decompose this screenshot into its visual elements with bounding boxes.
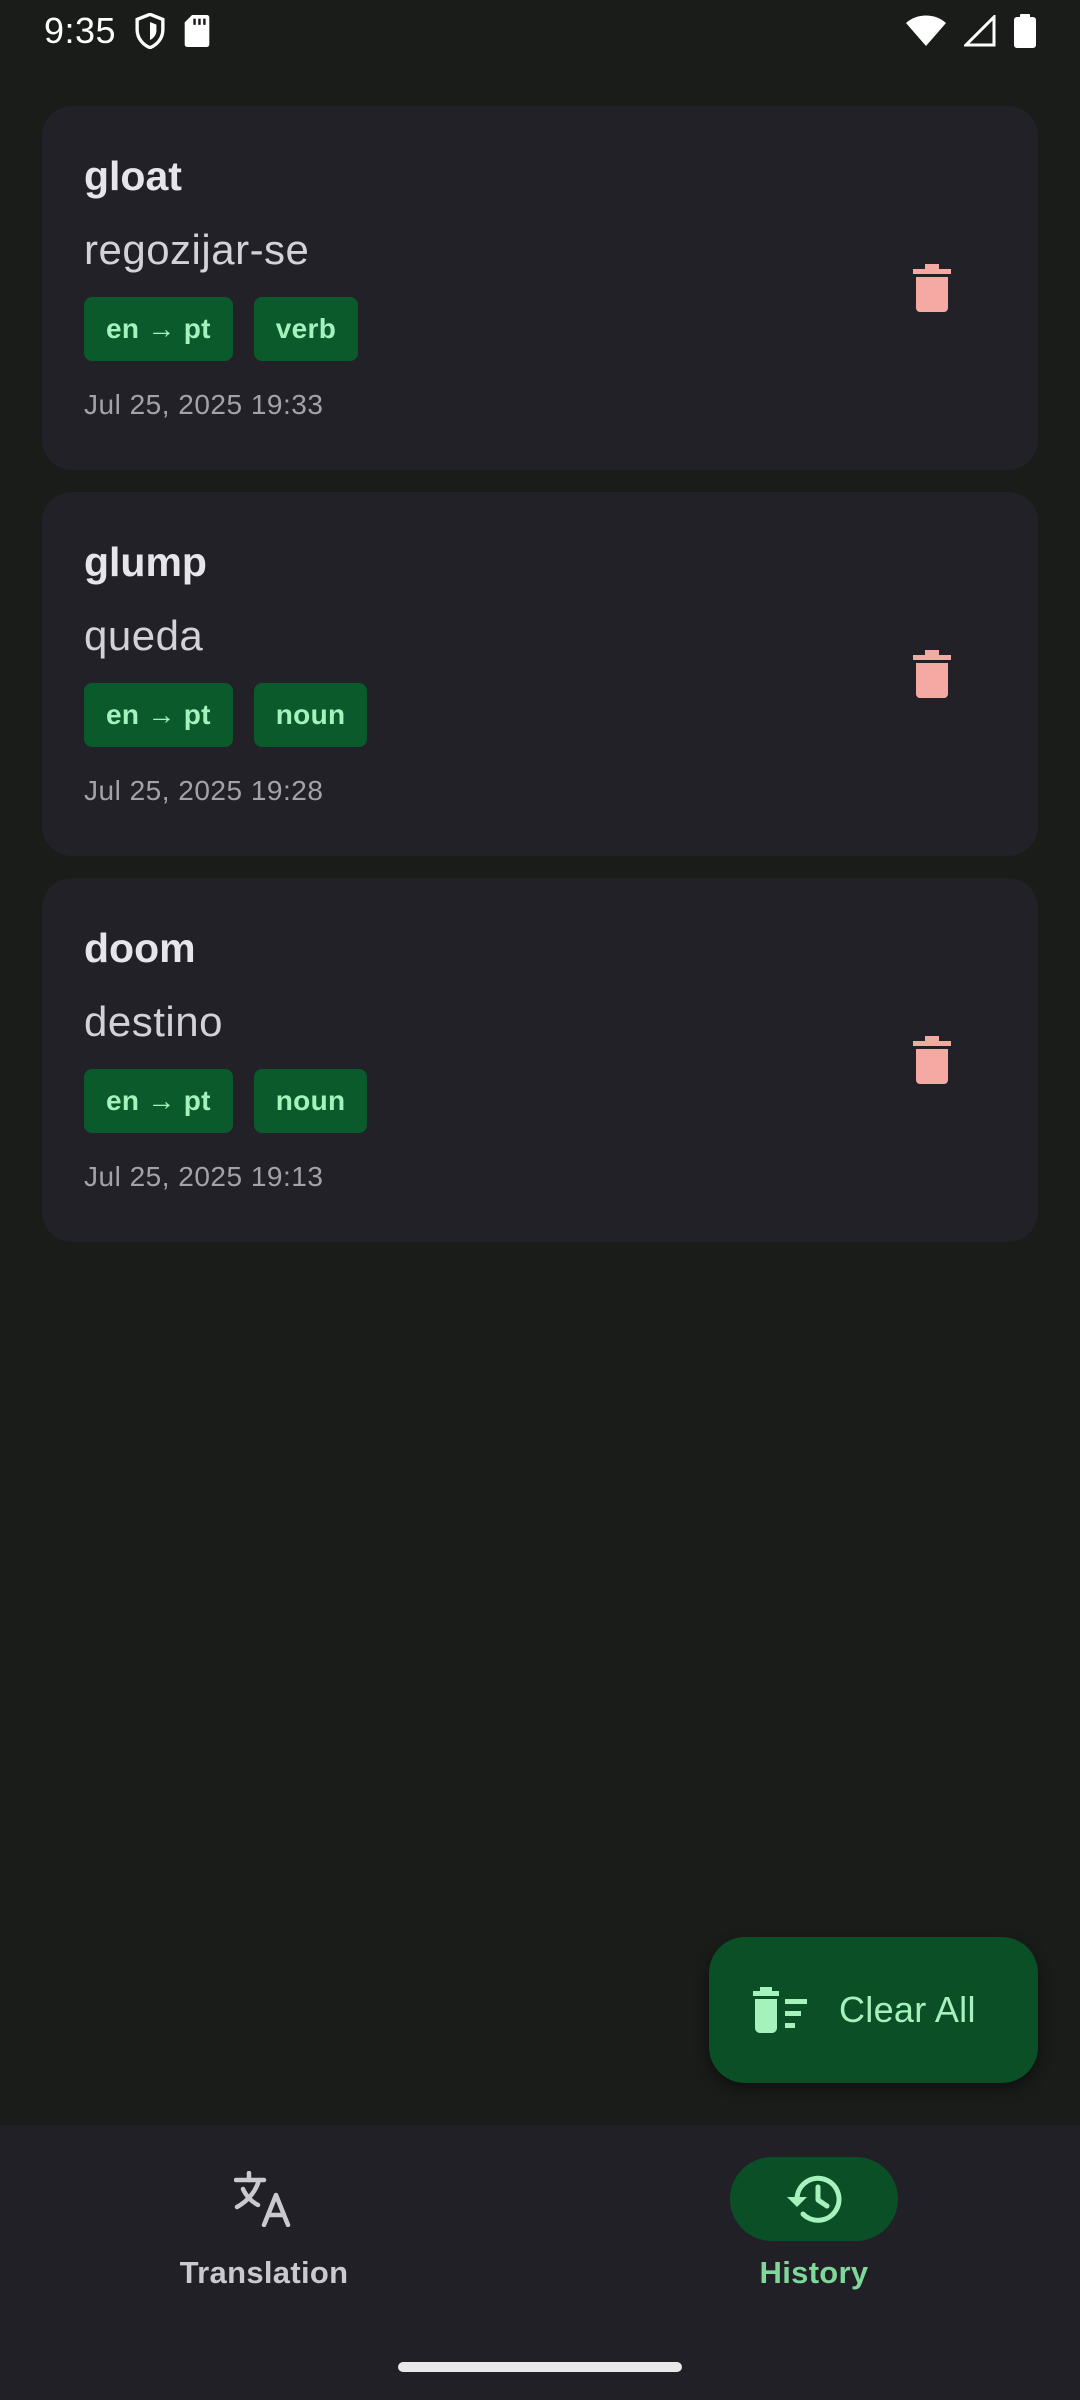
nav-item-translation[interactable]: Translation [164,2157,364,2317]
card-translation: destino [84,998,223,1045]
home-indicator[interactable] [398,2362,682,2372]
card-date: Jul 25, 2025 19:33 [84,389,324,420]
status-time: 9:35 [44,10,117,51]
card-chips: en → pt noun [84,1069,996,1133]
signal-icon [964,15,996,47]
history-card[interactable]: gloat regozijar-se en → pt verb Jul 25, … [42,106,1038,470]
clear-all-label: Clear All [839,1989,976,2030]
card-word: doom [84,925,196,971]
delete-button[interactable] [892,1020,972,1100]
card-word: gloat [84,153,182,199]
status-bar: 9:35 [0,0,1080,62]
part-of-speech-chip: noun [253,1069,368,1133]
trash-icon [913,650,951,698]
trash-icon [913,264,951,312]
card-translation: queda [84,612,204,659]
delete-button[interactable] [892,634,972,714]
history-card[interactable]: glump queda en → pt noun Jul 25, 2025 19… [42,492,1038,856]
translate-icon [234,2171,291,2227]
language-pair-chip: en → pt [84,297,233,361]
language-pair-chip: en → pt [84,1069,233,1133]
delete-sweep-icon [753,1987,807,2033]
part-of-speech-chip: noun [253,683,368,747]
language-pair-chip: en → pt [84,683,233,747]
history-icon [787,2175,842,2223]
wifi-icon [906,15,946,47]
card-word: glump [84,539,207,585]
card-date: Jul 25, 2025 19:13 [84,1161,324,1192]
nav-indicator-active [730,2157,898,2241]
nav-indicator [180,2157,348,2241]
status-bar-right [906,14,1036,48]
nav-label-translation: Translation [179,2255,349,2290]
bottom-navigation: Translation History [0,2125,1080,2400]
sd-card-icon [184,15,210,47]
nav-label-history: History [759,2255,869,2290]
trash-icon [913,1036,951,1084]
history-card[interactable]: doom destino en → pt noun Jul 25, 2025 1… [42,878,1038,1242]
screen: 9:35 gloat regozijar-se en → pt verb Jul… [0,0,1080,2400]
card-translation: regozijar-se [84,226,310,273]
battery-icon [1014,14,1036,48]
part-of-speech-chip: verb [253,297,359,361]
card-chips: en → pt noun [84,683,996,747]
card-chips: en → pt verb [84,297,996,361]
status-bar-left: 9:35 [44,10,210,52]
clear-all-button[interactable]: Clear All [709,1937,1038,2083]
nav-item-history[interactable]: History [714,2157,914,2317]
card-date: Jul 25, 2025 19:28 [84,775,324,806]
shield-icon [134,13,166,49]
history-list: gloat regozijar-se en → pt verb Jul 25, … [42,106,1038,1242]
delete-button[interactable] [892,248,972,328]
